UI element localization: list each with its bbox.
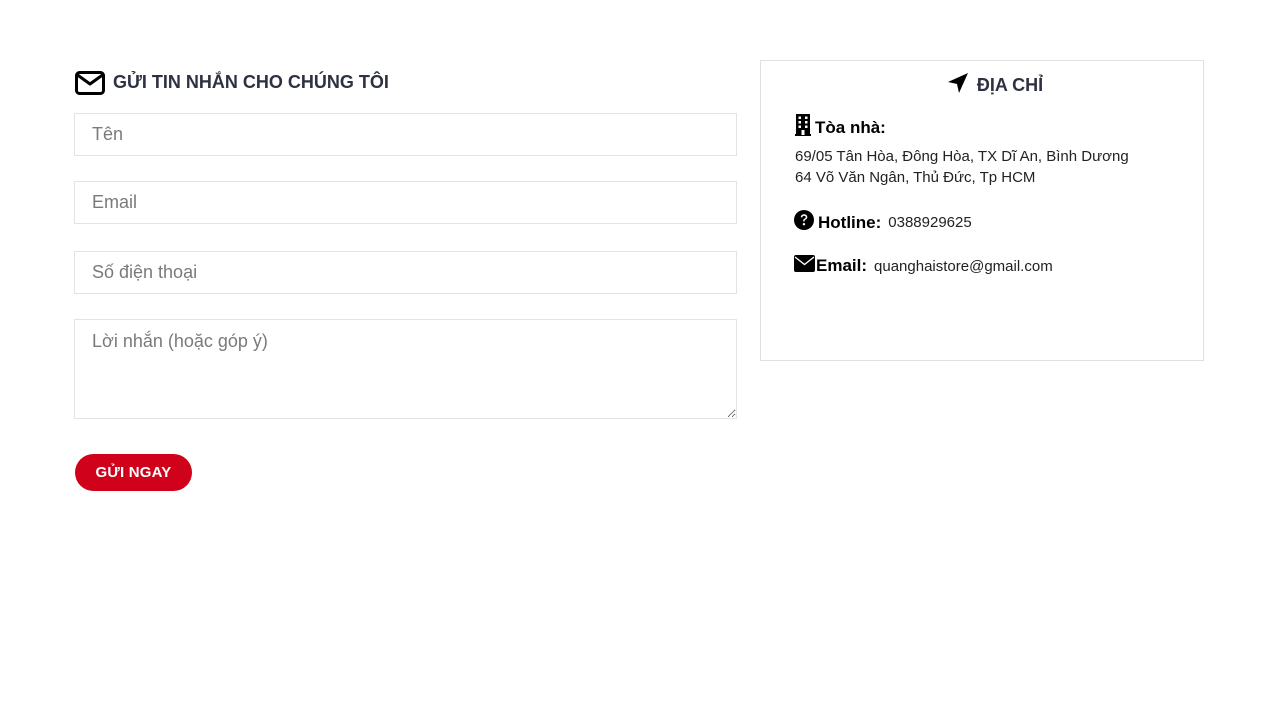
address-title-text: ĐỊA CHỈ [976,75,1044,95]
hotline-row: Hotline: 0388929625 [794,210,972,235]
building-row: Tòa nhà: [794,114,886,141]
form-title: GỬI TIN NHẮN CHO CHÚNG TÔI [75,66,737,98]
email-label: Email: [816,256,868,275]
question-circle-icon [794,210,814,235]
contact-form: GỬI TIN NHẮN CHO CHÚNG TÔI GỬI NGAY [74,66,737,491]
email-value[interactable]: quanghaistore@gmail.com [874,258,1053,275]
envelope-icon [794,255,815,277]
location-arrow-icon [921,72,969,99]
address-title: ĐỊA CHỈ [761,72,1203,99]
email-row: Email: quanghaistore@gmail.com [794,255,1053,277]
name-input[interactable] [74,113,737,156]
address-line: 69/05 Tân Hòa, Đông Hòa, TX Dĩ An, Bình … [795,148,1129,165]
hotline-label: Hotline: [818,212,882,232]
address-card: ĐỊA CHỈ Tòa nhà: 69/05 Tân Hòa, Đông Hòa… [760,60,1204,361]
email-input[interactable] [74,181,737,224]
hotline-value[interactable]: 0388929625 [888,214,971,231]
message-textarea[interactable] [74,319,737,419]
phone-input[interactable] [74,251,737,294]
building-icon [794,114,811,141]
address-line: 64 Võ Văn Ngân, Thủ Đức, Tp HCM [795,169,1036,186]
building-label: Tòa nhà: [815,117,886,137]
send-now-button[interactable]: GỬI NGAY [75,454,192,491]
envelope-outline-icon [75,65,105,100]
address-lines: 69/05 Tân Hòa, Đông Hòa, TX Dĩ An, Bình … [795,146,1129,188]
form-title-text: GỬI TIN NHẮN CHO CHÚNG TÔI [113,71,389,92]
